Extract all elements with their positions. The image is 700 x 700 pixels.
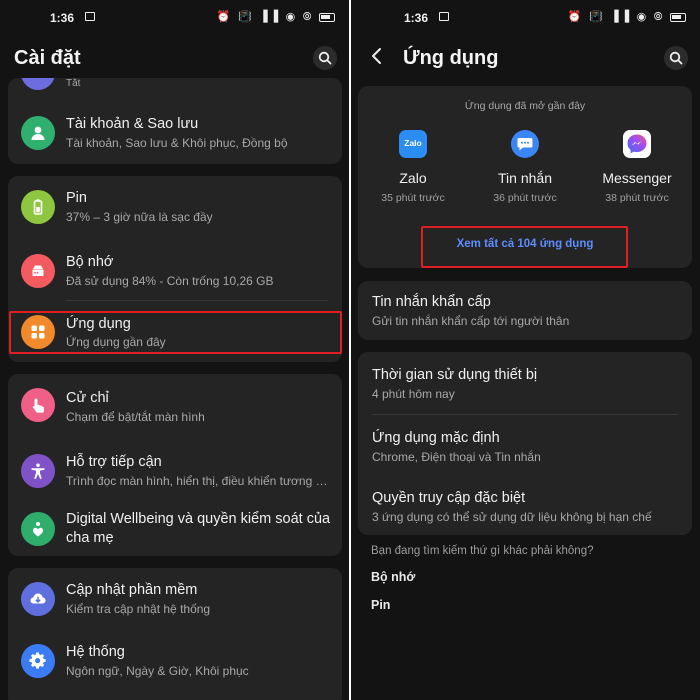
page-title: Cài đặt: [14, 47, 81, 69]
item-subtitle: Chạm để bật/tắt màn hình: [66, 410, 205, 424]
messenger-icon: [623, 130, 651, 158]
item-subtitle: Đã sử dụng 84% - Còn trống 10,26 GB: [66, 274, 274, 288]
item-subtitle: Trình đọc màn hình, hiển thị, điều khiển…: [66, 474, 328, 488]
apps-screen: 1:36 ⏰ 📳 ▐▐ ◉ ⦾ Ứng dụng Ứng dụng đã mở …: [351, 0, 700, 700]
messages-icon: [511, 130, 539, 158]
system-status-icons: ⏰ 📳 ▐▐ ◉ ⦾: [568, 10, 686, 24]
sidebar-item-storage[interactable]: Bộ nhớ Đã sử dụng 84% - Còn trống 10,26 …: [8, 248, 342, 302]
item-title: Bộ nhớ: [66, 254, 114, 270]
status-bar: 1:36 ⏰ 📳 ▐▐ ◉ ⦾: [0, 0, 349, 36]
item-title: Ứng dụng mặc định: [372, 430, 500, 446]
gallery-notification-icon: [439, 12, 449, 21]
sidebar-item-digital-wellbeing[interactable]: Digital Wellbeing và quyền kiểm soát của…: [8, 506, 342, 554]
item-title: Quyền truy cập đặc biệt: [372, 490, 526, 506]
gesture-icon: [21, 388, 55, 422]
recent-app-zalo[interactable]: Zalo Zalo 35 phút trước: [358, 130, 468, 204]
item-title: Tin nhắn khẩn cấp: [372, 294, 491, 310]
item-title: Tài khoản & Sao lưu: [66, 116, 199, 132]
account-icon: [21, 116, 55, 150]
item-subtitle: Kiểm tra cập nhật hệ thống: [66, 602, 211, 616]
apps-settings-card: Thời gian sử dụng thiết bị 4 phút hôm na…: [358, 352, 692, 535]
settings-card-system: Cập nhật phần mềm Kiểm tra cập nhật hệ t…: [8, 568, 342, 700]
system-icon: [21, 644, 55, 678]
settings-card-accounts: Tắt Tài khoản & Sao lưu Tài khoản, Sao l…: [8, 78, 342, 164]
partial-item-icon: [21, 78, 55, 90]
default-apps-item[interactable]: Ứng dụng mặc định Chrome, Điện thoại và …: [358, 416, 692, 474]
sidebar-item-software-update[interactable]: Cập nhật phần mềm Kiểm tra cập nhật hệ t…: [8, 576, 342, 630]
item-title: Cử chỉ: [66, 390, 109, 406]
item-title: Hệ thống: [66, 644, 125, 660]
sidebar-item-accounts[interactable]: Tài khoản & Sao lưu Tài khoản, Sao lưu &…: [8, 106, 342, 160]
partial-item-subtitle: Tắt: [66, 78, 81, 89]
settings-card-interaction: Cử chỉ Chạm để bật/tắt màn hình Hỗ trợ t…: [8, 374, 342, 556]
app-name: Tin nhắn: [498, 170, 552, 186]
sidebar-item-gestures[interactable]: Cử chỉ Chạm để bật/tắt màn hình: [8, 382, 342, 436]
screen-time-item[interactable]: Thời gian sử dụng thiết bị 4 phút hôm na…: [358, 352, 692, 412]
item-subtitle: Gửi tin nhắn khẩn cấp tới người thân: [372, 314, 570, 328]
recent-app-messages[interactable]: Tin nhắn 36 phút trước: [470, 130, 580, 204]
zalo-logo-text: Zalo: [404, 138, 422, 148]
emergency-message-item[interactable]: Tin nhắn khẩn cấp Gửi tin nhắn khẩn cấp …: [358, 281, 692, 340]
search-button[interactable]: [664, 46, 688, 70]
sidebar-item-battery[interactable]: Pin 37% – 3 giờ nữa là sạc đầy: [8, 184, 342, 238]
accessibility-icon: [21, 454, 55, 488]
recent-app-messenger[interactable]: Messenger 38 phút trước: [582, 130, 692, 204]
app-last-opened: 36 phút trước: [493, 192, 557, 204]
search-icon: [318, 51, 332, 65]
item-subtitle: 37% – 3 giờ nữa là sạc đầy: [66, 210, 213, 224]
battery-icon: [21, 190, 55, 224]
special-access-item[interactable]: Quyền truy cập đặc biệt 3 ứng dụng có th…: [358, 476, 692, 534]
status-time: 1:36: [50, 11, 75, 25]
back-arrow-icon: [372, 48, 381, 64]
search-icon: [669, 51, 683, 65]
status-bar: 1:36 ⏰ 📳 ▐▐ ◉ ⦾: [351, 0, 700, 36]
sidebar-item-system[interactable]: Hệ thống Ngôn ngữ, Ngày & Giờ, Khôi phục: [8, 638, 342, 692]
battery-status-icon: [670, 12, 686, 22]
list-item-partial[interactable]: Tắt: [8, 78, 342, 96]
item-subtitle: Chrome, Điện thoại và Tin nhắn: [372, 450, 541, 464]
item-subtitle: 4 phút hôm nay: [372, 387, 455, 401]
battery-status-icon: [319, 12, 335, 22]
item-title-line2: cha mẹ: [66, 530, 114, 546]
divider: [372, 414, 678, 415]
recent-apps-label: Ứng dụng đã mở gần đây: [464, 100, 586, 112]
sidebar-item-accessibility[interactable]: Hỗ trợ tiếp cận Trình đọc màn hình, hiển…: [8, 448, 342, 502]
settings-screen: 1:36 ⏰ 📳 ▐▐ ◉ ⦾ Cài đặt Tắt Tài khoản & …: [0, 0, 349, 700]
item-subtitle: Ngôn ngữ, Ngày & Giờ, Khôi phục: [66, 664, 249, 678]
highlight-box-see-all: [421, 226, 628, 268]
item-title: Hỗ trợ tiếp cận: [66, 454, 162, 470]
gallery-notification-icon: [85, 12, 95, 21]
highlight-box-apps: [9, 311, 342, 354]
app-name: Zalo: [399, 170, 427, 186]
search-button[interactable]: [313, 46, 337, 70]
divider: [66, 300, 328, 301]
status-time: 1:36: [404, 11, 429, 25]
app-last-opened: 38 phút trước: [605, 192, 669, 204]
app-last-opened: 35 phút trước: [381, 192, 445, 204]
item-subtitle: 3 ứng dụng có thể sử dụng dữ liệu không …: [372, 510, 652, 524]
suggestions-heading: Bạn đang tìm kiếm thứ gì khác phải không…: [371, 545, 594, 557]
item-title: Pin: [66, 190, 87, 206]
update-icon: [21, 582, 55, 616]
back-button[interactable]: [363, 44, 391, 72]
system-status-icons: ⏰ 📳 ▐▐ ◉ ⦾: [217, 10, 335, 24]
item-title: Thời gian sử dụng thiết bị: [372, 367, 538, 383]
storage-icon: [21, 254, 55, 288]
item-title: Digital Wellbeing và quyền kiểm soát của: [66, 511, 331, 527]
suggestion-link-battery[interactable]: Pin: [371, 598, 390, 612]
item-title: Cập nhật phần mềm: [66, 582, 198, 598]
item-subtitle: Tài khoản, Sao lưu & Khôi phục, Đồng bộ: [66, 136, 288, 150]
suggestion-link-storage[interactable]: Bộ nhớ: [371, 570, 415, 584]
page-title: Ứng dụng: [403, 47, 499, 69]
wellbeing-icon: [21, 512, 55, 546]
zalo-icon: Zalo: [399, 130, 427, 158]
app-name: Messenger: [602, 170, 672, 186]
